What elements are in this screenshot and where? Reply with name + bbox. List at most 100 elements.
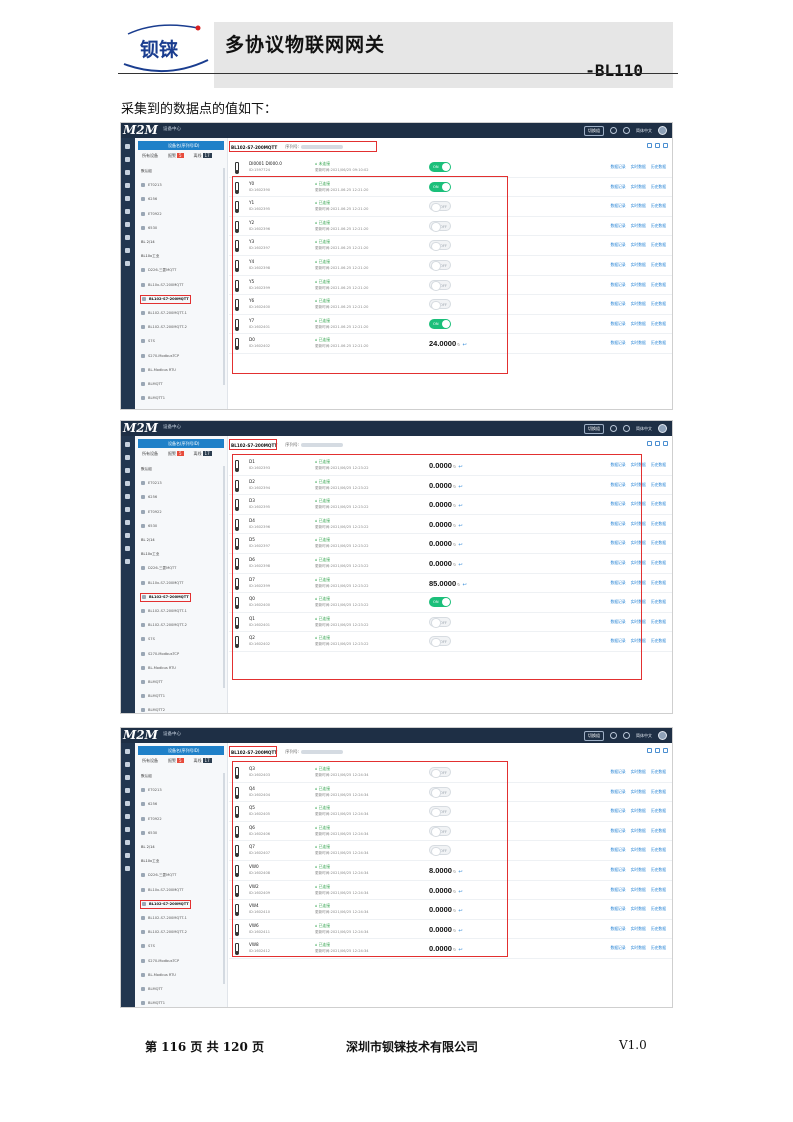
history-link[interactable]: 历史数据 xyxy=(651,521,666,527)
tree-device[interactable]: S7S xyxy=(141,338,155,345)
realtime-link[interactable]: 实时数据 xyxy=(631,887,646,893)
tree-device[interactable]: ET0213 xyxy=(141,480,162,487)
tree-device[interactable]: D226-三菱MQTT xyxy=(141,267,176,274)
data-log-link[interactable]: 数据记录 xyxy=(610,321,625,327)
switch-toggle[interactable]: ON xyxy=(429,162,451,172)
realtime-link[interactable]: 实时数据 xyxy=(631,945,646,951)
realtime-link[interactable]: 实时数据 xyxy=(631,321,646,327)
avatar[interactable] xyxy=(658,126,667,135)
data-log-link[interactable]: 数据记录 xyxy=(610,926,625,932)
tree-group[interactable]: 默认组 xyxy=(141,773,152,780)
tree-device[interactable]: BL-Modbus RTU xyxy=(141,665,176,672)
tree-device[interactable]: BLMQTT1 xyxy=(141,395,165,402)
tab-1[interactable]: 报警 5 xyxy=(168,451,184,460)
tab-0[interactable]: 所有设备 xyxy=(142,758,158,767)
history-link[interactable]: 历史数据 xyxy=(651,321,666,327)
realtime-link[interactable]: 实时数据 xyxy=(631,301,646,307)
history-link[interactable]: 历史数据 xyxy=(651,769,666,775)
realtime-link[interactable]: 实时数据 xyxy=(631,262,646,268)
tree-device[interactable]: BL102-S7-200MQTT-2 xyxy=(141,622,187,629)
history-link[interactable]: 历史数据 xyxy=(651,887,666,893)
nav-icon[interactable] xyxy=(125,183,130,188)
nav-icon[interactable] xyxy=(125,170,130,175)
tab-1[interactable]: 报警 5 xyxy=(168,758,184,767)
nav-icon[interactable] xyxy=(125,814,130,819)
history-link[interactable]: 历史数据 xyxy=(651,808,666,814)
realtime-link[interactable]: 实时数据 xyxy=(631,340,646,346)
history-link[interactable]: 历史数据 xyxy=(651,638,666,644)
data-log-link[interactable]: 数据记录 xyxy=(610,203,625,209)
history-link[interactable]: 历史数据 xyxy=(651,619,666,625)
language-select[interactable]: 简体中文 xyxy=(636,128,652,134)
tree-device[interactable]: ET0922 xyxy=(141,509,162,516)
nav-icon[interactable] xyxy=(125,442,130,447)
device-search[interactable]: 设备名(序列号ID) xyxy=(138,746,224,755)
history-link[interactable]: 历史数据 xyxy=(651,462,666,468)
tab-2[interactable]: 离线 17 xyxy=(194,758,212,767)
nav-icon[interactable] xyxy=(125,559,130,564)
tree-device[interactable]: BL10x-S7-200MQTT xyxy=(141,580,183,587)
realtime-link[interactable]: 实时数据 xyxy=(631,203,646,209)
realtime-link[interactable]: 实时数据 xyxy=(631,828,646,834)
nav-icon[interactable] xyxy=(125,533,130,538)
nav-icon[interactable] xyxy=(125,235,130,240)
tree-device[interactable]: BL10x-S7-200MQTT xyxy=(141,282,183,289)
tree-group[interactable]: 默认组 xyxy=(141,466,152,473)
bell-icon[interactable] xyxy=(610,425,617,432)
tree-device[interactable]: S7S xyxy=(141,636,155,643)
tree-device[interactable]: 6530 xyxy=(141,523,157,530)
history-link[interactable]: 历史数据 xyxy=(651,203,666,209)
tree-group[interactable]: BL10x工业 xyxy=(141,253,159,260)
data-log-link[interactable]: 数据记录 xyxy=(610,184,625,190)
tree-device[interactable]: BL102-S7-200MQTT-1 xyxy=(141,915,187,922)
nav-icon[interactable] xyxy=(125,222,130,227)
nav-icon[interactable] xyxy=(125,546,130,551)
tree-device[interactable]: 6530 xyxy=(141,225,157,232)
tree-group[interactable]: 默认组 xyxy=(141,168,152,175)
refresh-icon[interactable] xyxy=(655,748,660,753)
tree-device[interactable]: 6256 xyxy=(141,494,157,501)
nav-icon[interactable] xyxy=(125,827,130,832)
settings-icon[interactable] xyxy=(623,127,630,134)
tab-2[interactable]: 离线 17 xyxy=(194,451,212,460)
grid-icon[interactable] xyxy=(647,143,652,148)
settings-icon[interactable] xyxy=(623,732,630,739)
history-link[interactable]: 历史数据 xyxy=(651,482,666,488)
data-log-link[interactable]: 数据记录 xyxy=(610,301,625,307)
history-link[interactable]: 历史数据 xyxy=(651,599,666,605)
export-icon[interactable] xyxy=(663,441,668,446)
nav-icon[interactable] xyxy=(125,144,130,149)
realtime-link[interactable]: 实时数据 xyxy=(631,847,646,853)
tree-device[interactable]: BLMQTT2 xyxy=(141,707,165,713)
nav-icon[interactable] xyxy=(125,261,130,266)
realtime-link[interactable]: 实时数据 xyxy=(631,867,646,873)
settings-icon[interactable] xyxy=(623,425,630,432)
nav-icon[interactable] xyxy=(125,196,130,201)
tree-device[interactable]: 6256 xyxy=(141,801,157,808)
data-log-link[interactable]: 数据记录 xyxy=(610,828,625,834)
data-log-link[interactable]: 数据记录 xyxy=(610,906,625,912)
tree-device[interactable]: BL-Modbus RTU xyxy=(141,367,176,374)
nav-icon[interactable] xyxy=(125,762,130,767)
tree-group[interactable]: BL 2/14 xyxy=(141,844,155,851)
data-log-link[interactable]: 数据记录 xyxy=(610,867,625,873)
data-log-link[interactable]: 数据记录 xyxy=(610,223,625,229)
tree-device[interactable]: BL102-S7-200MQTT-1 xyxy=(141,310,187,317)
tree-device[interactable]: S270-ModbusTCP xyxy=(141,651,179,658)
nav-icon[interactable] xyxy=(125,520,130,525)
nav-icon[interactable] xyxy=(125,749,130,754)
nav-icon[interactable] xyxy=(125,468,130,473)
tree-group[interactable]: BL10x工业 xyxy=(141,551,159,558)
avatar[interactable] xyxy=(658,731,667,740)
refresh-icon[interactable] xyxy=(655,143,660,148)
tree-device[interactable]: ET0922 xyxy=(141,816,162,823)
realtime-link[interactable]: 实时数据 xyxy=(631,808,646,814)
switch-group-button[interactable]: 切换组 xyxy=(584,730,604,741)
nav-icon[interactable] xyxy=(125,248,130,253)
history-link[interactable]: 历史数据 xyxy=(651,926,666,932)
nav-icon[interactable] xyxy=(125,507,130,512)
tree-device[interactable]: ET0213 xyxy=(141,182,162,189)
tree-device[interactable]: ET0922 xyxy=(141,211,162,218)
tab-0[interactable]: 所有设备 xyxy=(142,451,158,460)
history-link[interactable]: 历史数据 xyxy=(651,282,666,288)
